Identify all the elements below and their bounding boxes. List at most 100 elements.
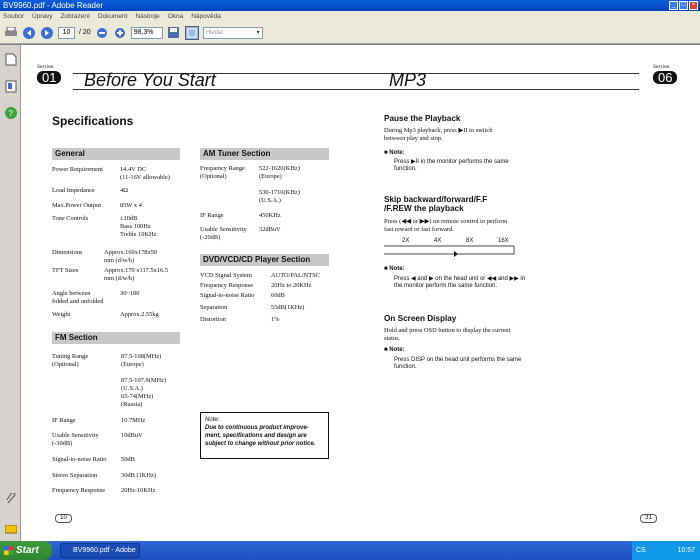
right-section-number: 06 [653, 71, 678, 84]
general-row-value: 30~100 [120, 290, 140, 297]
fm-row-label: Tuning Range (Optional) [52, 353, 89, 368]
general-row-label: Tone Controls [52, 215, 89, 222]
taskbar-item-adobe-reader[interactable]: BV9960.pdf - Adobe ... [60, 543, 140, 558]
left-section-badge: Section 01 [37, 64, 62, 84]
spec-note-title: Note: [205, 417, 220, 423]
skip-note: Press ◀ and ▶ on the head unit or ◀◀ and… [394, 276, 526, 289]
general-row-label: Dimensions [52, 249, 83, 256]
spec-note-body: Due to continuous product improve-ment, … [205, 425, 316, 447]
dvd-row-value: 1% [271, 316, 280, 323]
skip-body: Press (◀◀ or ▶▶) on remote control to pe… [384, 218, 508, 233]
right-section-badge: Section 06 [653, 64, 678, 84]
general-row-value: 14.4V DC (11-16V allowable) [120, 166, 170, 181]
navigation-sidebar: ? [0, 45, 21, 541]
fm-row-value: 10dBuV [121, 432, 143, 439]
toolbar: 10 / 20 98,3% Hledat [0, 22, 700, 44]
pause-note-label: ■ Note: [384, 150, 405, 156]
page-header: Section 01 Before You Start MP3 Section … [21, 64, 700, 90]
window-title: BV9960.pdf - Adobe Reader [3, 1, 104, 10]
general-heading: General [52, 148, 180, 160]
dvd-row-value: AUTO/PAL/NTSC [271, 272, 321, 279]
maximize-button[interactable]: □ [679, 1, 688, 10]
fit-page-icon[interactable] [184, 25, 199, 40]
fm-row-label: Usable Sensitivity (-30dB) [52, 432, 99, 447]
pause-body: During Mp3 playback, press ▶II to switch… [384, 127, 493, 142]
general-row-label: Max.Power Output [52, 202, 101, 209]
am-row-value: 522-1620(KHz) (Europe) 530-1710(KHz) (U.… [259, 165, 300, 204]
fm-row-value: 50dB [121, 456, 135, 463]
general-row-value: 4Ω [120, 187, 128, 194]
page-number-input[interactable]: 10 [58, 26, 75, 39]
comments-icon[interactable] [4, 522, 18, 534]
general-row-label: Angle between folded and unfolded [52, 290, 104, 305]
right-page-number: 31 [640, 514, 657, 523]
dvd-row-label: VCD Signal System [200, 272, 252, 279]
am-row-value: 32dBuV [259, 226, 281, 233]
menu-item-6[interactable]: Nápověda [191, 11, 221, 22]
am-row-label: IF Range [200, 212, 224, 219]
general-row-value: 85W x 4 [120, 202, 142, 209]
dvd-row-label: Signal-to-noise Ratio [200, 292, 255, 299]
print-icon[interactable] [4, 26, 18, 40]
specifications-title: Specifications [52, 114, 134, 128]
fm-row-value: 30dB (1KHz) [121, 472, 156, 479]
menu-item-5[interactable]: Okna [168, 11, 184, 22]
taskbar: Start BV9960.pdf - Adobe ... CS 10:57 [0, 541, 700, 560]
dvd-row-label: Separation [200, 304, 228, 311]
osd-title: On Screen Display [384, 314, 457, 323]
general-row-label: Power Requirement [52, 166, 103, 173]
minimize-button[interactable]: _ [669, 1, 678, 10]
fm-row-label: IF Range [52, 417, 76, 424]
fm-row-label: Signal-to-noise Ratio [52, 456, 107, 463]
menu-item-1[interactable]: Úpravy [32, 11, 53, 22]
am-heading: AM Tuner Section [200, 148, 329, 160]
speed-step: 16X [498, 238, 509, 244]
skip-title: Skip backward/forward/F.F /F.REW the pla… [384, 195, 488, 213]
menu-item-3[interactable]: Dokument [98, 11, 128, 22]
pause-note: Press ▶II in the monitor performs the sa… [394, 159, 509, 172]
left-page-title: Before You Start [84, 70, 216, 90]
speed-step: 2X [402, 238, 410, 244]
next-page-button[interactable] [40, 26, 54, 40]
search-input[interactable]: Hledat [202, 26, 263, 39]
fm-row-value: 10.7MHz [121, 417, 146, 424]
language-indicator[interactable]: CS [636, 541, 646, 560]
start-button[interactable]: Start [0, 541, 52, 560]
dvd-row-value: 60dB [271, 292, 285, 299]
general-row-label: TFT Sizes [52, 267, 79, 274]
menu-bar: Soubor Úpravy Zobrazení Dokument Nástroje Okn… [0, 11, 700, 22]
dvd-heading: DVD/VCD/CD Player Section [200, 254, 329, 266]
general-row-value: ±10dB Bass 100Hz Treble 10KHz [120, 215, 157, 238]
dvd-row-label: Frequency Response [200, 282, 254, 289]
bookmarks-icon[interactable] [5, 80, 17, 93]
fm-row-value: 87.5-108(MHz) (Europe) 87.5-107.9(MHz) (… [121, 353, 167, 408]
zoom-in-button[interactable] [113, 26, 127, 40]
pages-icon[interactable] [5, 53, 17, 66]
general-row-value: Approx.2.55kg [120, 311, 159, 318]
am-row-value: 450KHz [259, 212, 281, 219]
previous-page-button[interactable] [22, 26, 36, 40]
left-page-number: 10 [55, 514, 72, 523]
menu-item-2[interactable]: Zobrazení [61, 11, 90, 22]
menu-item-0[interactable]: Soubor [3, 11, 24, 22]
windows-flag-icon [4, 546, 13, 555]
am-row-label: Usable Sensitivity (-20dB) [200, 226, 247, 241]
save-icon[interactable] [167, 26, 181, 40]
zoom-out-button[interactable] [95, 26, 109, 40]
am-row-label: Frequency Range (Optional) [200, 165, 245, 180]
pdf-page[interactable]: Section 01 Before You Start MP3 Section … [21, 45, 700, 541]
fm-heading: FM Section [52, 332, 180, 344]
zoom-input[interactable]: 98,3% [130, 26, 163, 39]
osd-body: Hold and press OSD button to display the… [384, 327, 511, 342]
close-button[interactable]: × [689, 1, 698, 10]
general-row-value: Approx.160x178x50 mm (d/w/h) [104, 249, 158, 264]
menu-item-4[interactable]: Nástroje [135, 11, 159, 22]
svg-text:?: ? [9, 109, 14, 118]
page-total: / 20 [79, 29, 91, 36]
dvd-row-value: 20Hz to 20KHz [271, 282, 312, 289]
window-title-bar: BV9960.pdf - Adobe Reader _ □ × [0, 0, 700, 11]
fm-row-label: Stereo Separation [52, 472, 98, 479]
attachments-icon[interactable] [5, 492, 17, 504]
speed-step: 4X [434, 238, 442, 244]
help-icon[interactable]: ? [5, 106, 17, 119]
